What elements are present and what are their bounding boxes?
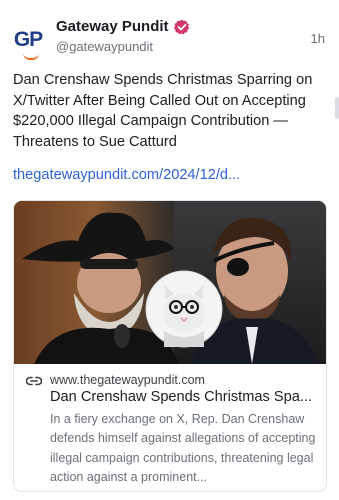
card-title[interactable]: Dan Crenshaw Spends Christmas Spa... xyxy=(50,389,318,405)
post-text: Dan Crenshaw Spends Christmas Sparring o… xyxy=(13,72,313,150)
avatar-logo: GP xyxy=(13,28,43,51)
card-domain: www.thegatewaypundit.com xyxy=(50,373,205,387)
scrollbar-thumb[interactable] xyxy=(335,97,339,119)
post[interactable]: GP Gateway Pundit @gatewaypundit 1h Dan … xyxy=(0,0,339,500)
display-name[interactable]: Gateway Pundit xyxy=(56,18,169,35)
name-row: Gateway Pundit xyxy=(56,18,190,35)
card-meta[interactable]: www.thegatewaypundit.com Dan Crenshaw Sp… xyxy=(14,364,326,491)
card-image[interactable] xyxy=(14,201,326,364)
link-icon xyxy=(26,376,42,386)
link-preview-card[interactable]: www.thegatewaypundit.com Dan Crenshaw Sp… xyxy=(13,200,327,492)
handle[interactable]: @gatewaypundit xyxy=(56,39,153,54)
avatar[interactable]: GP xyxy=(10,22,46,60)
timestamp[interactable]: 1h xyxy=(311,31,325,46)
verified-badge-icon xyxy=(173,19,189,34)
avatar-swoosh xyxy=(23,53,39,60)
card-description: In a fiery exchange on X, Rep. Dan Crens… xyxy=(50,412,316,484)
post-link[interactable]: thegatewaypundit.com/2024/12/d... xyxy=(13,167,240,183)
